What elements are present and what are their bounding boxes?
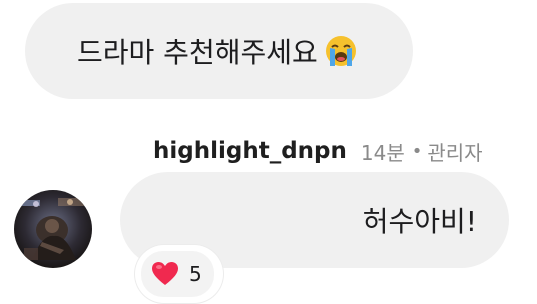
meta-separator: • bbox=[411, 140, 423, 162]
comment-text: 드라마 추천해주세요 bbox=[77, 36, 318, 69]
reply-meta: highlight_dnpn 14분 • 관리자 bbox=[153, 134, 483, 168]
reaction-count: 5 bbox=[189, 262, 202, 286]
reply-text: 허수아비! bbox=[362, 205, 477, 238]
comment-thread: 드라마 추천해주세요 highlight_dnpn 14분 • 관리자 허수아비… bbox=[0, 0, 537, 304]
reply-time: 14분 bbox=[360, 140, 405, 165]
loudly-crying-face-icon bbox=[324, 34, 358, 68]
reply-role-badge: 관리자 bbox=[427, 140, 483, 165]
avatar[interactable] bbox=[14, 190, 92, 268]
reply-username[interactable]: highlight_dnpn bbox=[153, 138, 347, 164]
heart-icon bbox=[151, 261, 179, 287]
reaction-pill[interactable]: 5 bbox=[135, 245, 223, 303]
comment-bubble: 드라마 추천해주세요 bbox=[25, 3, 413, 99]
reaction-button[interactable]: 5 bbox=[141, 251, 214, 297]
